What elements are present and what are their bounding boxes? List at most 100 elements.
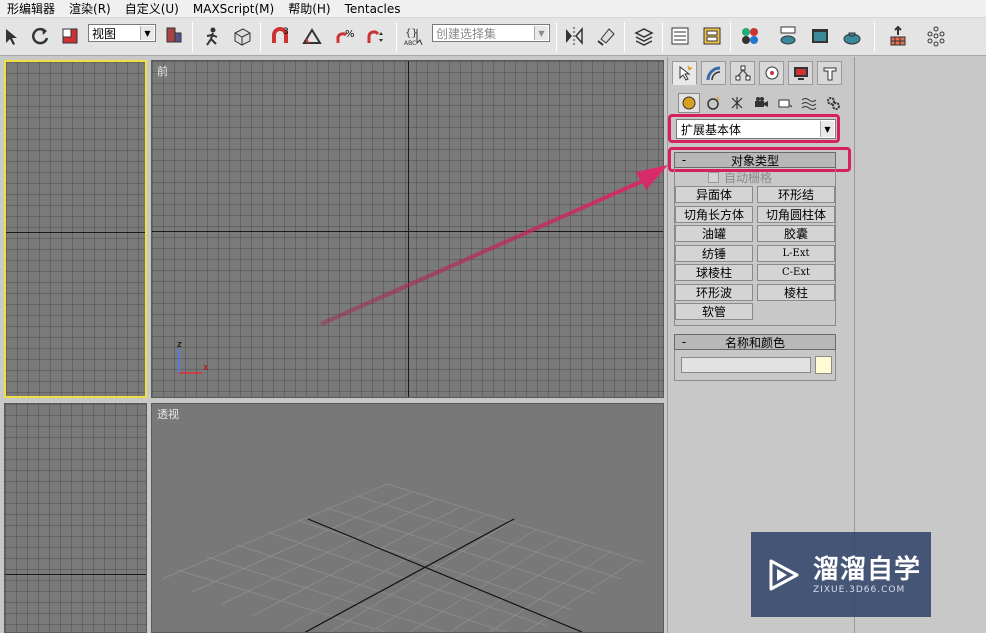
- svg-text:%: %: [345, 29, 355, 40]
- tab-motion[interactable]: [759, 61, 784, 85]
- particle-extension-icon[interactable]: [924, 24, 948, 48]
- viewport-area: 前 z x 透视: [0, 57, 666, 633]
- reference-coordinate-value: 视图: [92, 26, 117, 41]
- name-color-rollout-header[interactable]: - 名称和颜色: [674, 334, 836, 350]
- checkbox-icon[interactable]: [708, 172, 719, 183]
- tab-modify[interactable]: [701, 61, 726, 85]
- schematic-view-icon[interactable]: [700, 24, 724, 48]
- button-l-ext[interactable]: L-Ext: [757, 245, 835, 262]
- chevron-down-icon[interactable]: ▼: [140, 26, 154, 40]
- render-setup-icon[interactable]: [776, 24, 800, 48]
- button-chamfer-cyl[interactable]: 切角圆柱体: [757, 206, 835, 223]
- grid-axis-horizontal: [6, 232, 145, 233]
- watermark-text: 溜溜自学 ZIXUE.3D66.COM: [813, 555, 921, 595]
- toolbar-separator: [624, 22, 625, 52]
- button-hedra[interactable]: 异面体: [675, 186, 753, 203]
- motion-icon: [765, 66, 778, 80]
- cameras-icon[interactable]: [750, 93, 772, 113]
- viewport-top[interactable]: [4, 60, 147, 398]
- named-selection-combo[interactable]: 创建选择集 ▼: [432, 24, 550, 42]
- snaps-toggle-icon[interactable]: 3: [268, 24, 292, 48]
- menu-customize[interactable]: 自定义(U): [118, 0, 186, 18]
- tab-display[interactable]: [788, 61, 813, 85]
- menu-tentacles[interactable]: Tentacles: [338, 0, 408, 18]
- lights-icon[interactable]: [726, 93, 748, 113]
- angle-snap-icon[interactable]: [300, 24, 324, 48]
- viewport-left[interactable]: [4, 403, 147, 633]
- main-toolbar: 视图 ▼ 3 % {} ABC 创建选择集 ▼: [0, 18, 986, 56]
- button-oil-tank[interactable]: 油罐: [675, 225, 753, 242]
- tab-create[interactable]: [672, 61, 697, 85]
- button-torus-knot[interactable]: 环形结: [757, 186, 835, 203]
- menu-maxscript[interactable]: MAXScript(M): [186, 0, 281, 18]
- viewport-perspective[interactable]: 透视: [151, 403, 664, 633]
- tab-utilities[interactable]: [817, 61, 842, 85]
- pivot-center-icon[interactable]: [162, 24, 186, 48]
- tab-hierarchy[interactable]: [730, 61, 755, 85]
- shapes-icon[interactable]: [702, 93, 724, 113]
- button-spindle[interactable]: 纺锤: [675, 245, 753, 262]
- toolbar-separator: [730, 22, 731, 52]
- rollout-title: 名称和颜色: [724, 335, 785, 350]
- command-panel-tabs: [672, 61, 846, 85]
- space-warps-icon[interactable]: [798, 93, 820, 113]
- button-ringwave[interactable]: 环形波: [675, 284, 753, 301]
- perspective-grid: [161, 483, 643, 632]
- stair-extension-icon[interactable]: [886, 24, 910, 48]
- helpers-icon[interactable]: [774, 93, 796, 113]
- geometry-icon[interactable]: [678, 93, 700, 113]
- button-capsule[interactable]: 胶囊: [757, 225, 835, 242]
- display-icon: [793, 67, 808, 80]
- axis-x-label: x: [203, 363, 209, 373]
- hierarchy-icon: [735, 65, 750, 81]
- menu-graph-editors[interactable]: 形编辑器: [0, 0, 62, 18]
- site-watermark: 溜溜自学 ZIXUE.3D66.COM: [751, 532, 931, 617]
- spinner-snap-icon[interactable]: [364, 24, 388, 48]
- menu-rendering[interactable]: 渲染(R): [62, 0, 118, 18]
- button-gengon[interactable]: 球棱柱: [675, 264, 753, 281]
- rollout-collapse-toggle[interactable]: -: [675, 153, 693, 167]
- button-prism[interactable]: 棱柱: [757, 284, 835, 301]
- watermark-sub: ZIXUE.3D66.COM: [813, 584, 906, 595]
- toolbar-separator: [396, 22, 397, 52]
- layer-manager-icon[interactable]: [632, 24, 656, 48]
- edit-named-selection-icon[interactable]: {} ABC: [402, 24, 426, 48]
- toolbar-separator: [260, 22, 261, 52]
- object-color-swatch[interactable]: [815, 356, 832, 374]
- curve-editor-icon[interactable]: [668, 24, 692, 48]
- rollout-collapse-toggle[interactable]: -: [675, 335, 693, 349]
- toolbar-separator: [874, 22, 875, 52]
- play-logo-icon: [769, 559, 799, 590]
- align-icon[interactable]: [594, 24, 618, 48]
- button-chamfer-box[interactable]: 切角长方体: [675, 206, 753, 223]
- percent-snap-icon[interactable]: %: [332, 24, 356, 48]
- systems-icon[interactable]: [822, 93, 844, 113]
- object-category-value: 扩展基本体: [681, 122, 742, 137]
- select-rotate-icon[interactable]: [28, 24, 52, 48]
- viewport-label-front[interactable]: 前: [157, 63, 168, 79]
- select-link-icon[interactable]: [200, 24, 224, 48]
- 3dsmax-window: 形编辑器 渲染(R) 自定义(U) MAXScript(M) 帮助(H) Ten…: [0, 0, 986, 633]
- svg-text:3: 3: [283, 27, 289, 37]
- material-editor-icon[interactable]: [738, 24, 762, 48]
- rollout-title: 对象类型: [730, 153, 779, 168]
- rendered-frame-window-icon[interactable]: [808, 24, 832, 48]
- menu-help[interactable]: 帮助(H): [281, 0, 337, 18]
- toolbar-separator: [662, 22, 663, 52]
- object-name-input[interactable]: [681, 357, 811, 373]
- select-scale-icon[interactable]: [58, 24, 82, 48]
- mirror-icon[interactable]: [562, 24, 586, 48]
- reference-coordinate-combo[interactable]: 视图 ▼: [88, 24, 156, 42]
- viewport-front[interactable]: 前 z x: [151, 60, 664, 398]
- chevron-down-icon[interactable]: ▼: [820, 121, 834, 137]
- render-production-icon[interactable]: [840, 24, 864, 48]
- object-type-rollout-header[interactable]: - 对象类型: [674, 152, 836, 168]
- chevron-down-icon[interactable]: ▼: [534, 26, 548, 40]
- named-selection-placeholder: 创建选择集: [436, 26, 497, 41]
- select-move-icon[interactable]: [0, 24, 24, 48]
- bind-space-warp-icon[interactable]: [230, 24, 254, 48]
- button-c-ext[interactable]: C-Ext: [757, 264, 835, 281]
- autogrid-checkbox[interactable]: 自动栅格: [708, 169, 772, 186]
- object-category-dropdown[interactable]: 扩展基本体 ▼: [676, 119, 836, 139]
- button-hose[interactable]: 软管: [675, 303, 753, 320]
